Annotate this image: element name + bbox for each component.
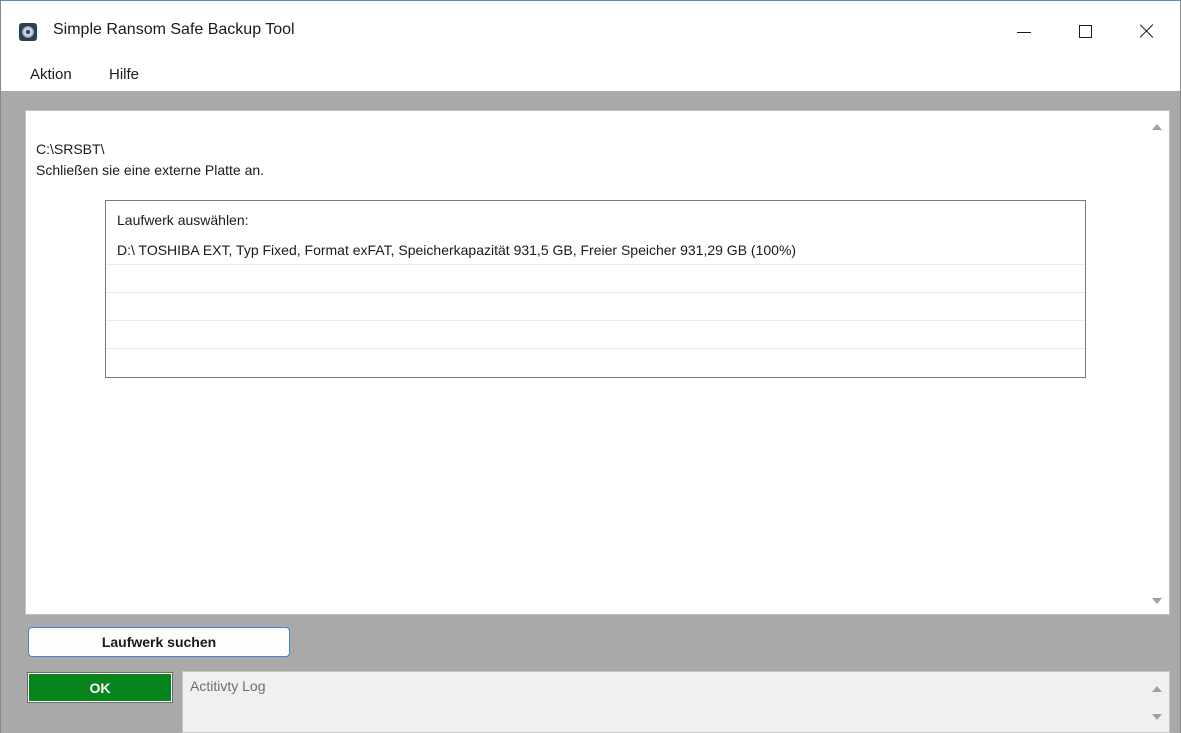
drive-item-label: D:\ TOSHIBA EXT, Typ Fixed, Format exFAT… [117,242,797,258]
drive-selection-list[interactable]: Laufwerk auswählen: D:\ TOSHIBA EXT, Typ… [105,200,1086,378]
main-output-panel[interactable]: C:\SRSBT\ Schließen sie eine externe Pla… [25,110,1170,615]
client-area: C:\SRSBT\ Schließen sie eine externe Pla… [1,91,1180,733]
scroll-down-icon[interactable] [1152,598,1162,604]
drive-list-item-empty[interactable] [106,321,1085,349]
menu-bar: Aktion Hilfe [1,61,1180,91]
drive-list-caption: Laufwerk auswählen: [117,212,249,228]
minimize-button[interactable] [994,1,1054,61]
menu-aktion[interactable]: Aktion [30,66,72,83]
status-badge: OK [27,672,173,703]
maximize-icon [1078,24,1092,38]
instruction-text: Schließen sie eine externe Platte an. [36,162,265,178]
search-drive-button[interactable]: Laufwerk suchen [28,627,290,657]
window-title: Simple Ransom Safe Backup Tool [53,21,295,38]
maximize-button[interactable] [1055,1,1115,61]
drive-list-item-empty[interactable] [106,265,1085,293]
app-window: Simple Ransom Safe Backup Tool Aktion Hi… [0,0,1181,733]
backup-path-text: C:\SRSBT\ [36,141,105,157]
scroll-up-icon[interactable] [1152,686,1162,692]
drive-list-item[interactable]: D:\ TOSHIBA EXT, Typ Fixed, Format exFAT… [106,237,1085,265]
activity-log-placeholder: Actitivty Log [190,678,266,694]
close-button[interactable] [1117,1,1177,61]
close-icon [1140,24,1154,38]
app-disc-icon [19,23,37,41]
scroll-up-icon[interactable] [1152,124,1162,130]
log-scrollbar[interactable] [1145,672,1169,732]
title-bar[interactable]: Simple Ransom Safe Backup Tool [1,1,1180,61]
activity-log-panel[interactable]: Actitivty Log [182,671,1170,733]
main-panel-scrollbar[interactable] [1145,111,1169,614]
drive-list-item-empty[interactable] [106,293,1085,321]
menu-hilfe[interactable]: Hilfe [109,66,139,83]
scroll-down-icon[interactable] [1152,714,1162,720]
minimize-icon [1017,31,1031,33]
